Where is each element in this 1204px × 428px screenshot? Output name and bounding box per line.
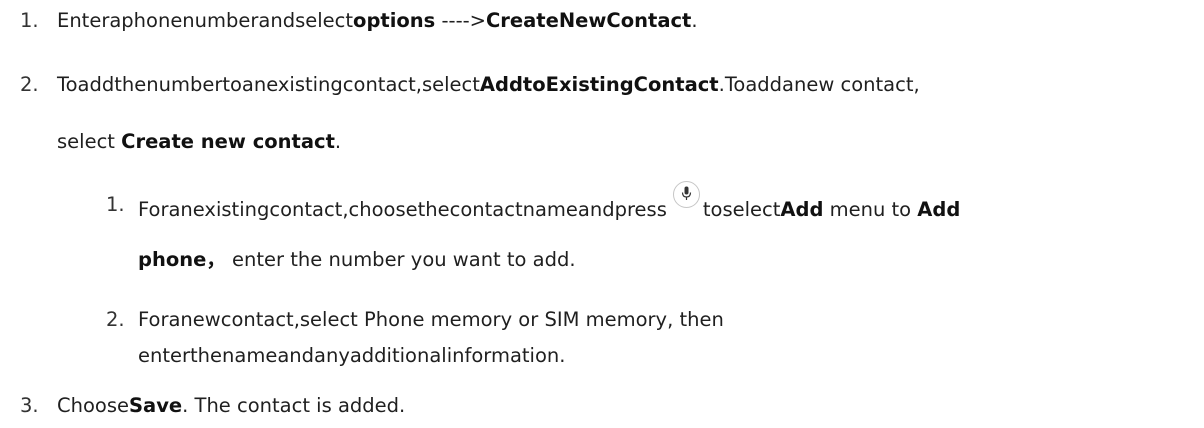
microphone-icon — [672, 181, 700, 208]
step-text: ChooseSave. The contact is added. — [57, 394, 406, 417]
step-number: 2. — [20, 73, 39, 96]
substep-number: 2. — [106, 308, 125, 331]
menu-label: AddtoExistingContact — [479, 73, 719, 96]
option-label: options — [353, 9, 436, 32]
step-text: Toaddthenumbertoanexistingcontact,select… — [57, 73, 920, 96]
menu-label: Save — [129, 394, 183, 417]
substep-text: Foranexistingcontact,choosethecontactnam… — [138, 181, 961, 223]
substep-text: Foranewcontact,select Phone memory or SI… — [138, 308, 724, 331]
substep-text: phone， enter the number you want to add. — [138, 248, 576, 271]
menu-label: Add — [917, 198, 961, 221]
step-text: Enteraphonenumberandselectoptions ---->C… — [57, 9, 698, 32]
substep-text: enterthenameandanyadditionalinformation. — [138, 344, 566, 367]
substep-number: 1. — [106, 193, 125, 216]
menu-label: phone， — [138, 248, 226, 271]
step-number: 1. — [20, 9, 39, 32]
step-text: select Create new contact. — [57, 130, 342, 153]
step-number: 3. — [20, 394, 39, 417]
menu-label: CreateNewContact — [485, 9, 692, 32]
menu-label: Add — [780, 198, 824, 221]
menu-label: Create new contact — [121, 130, 335, 153]
